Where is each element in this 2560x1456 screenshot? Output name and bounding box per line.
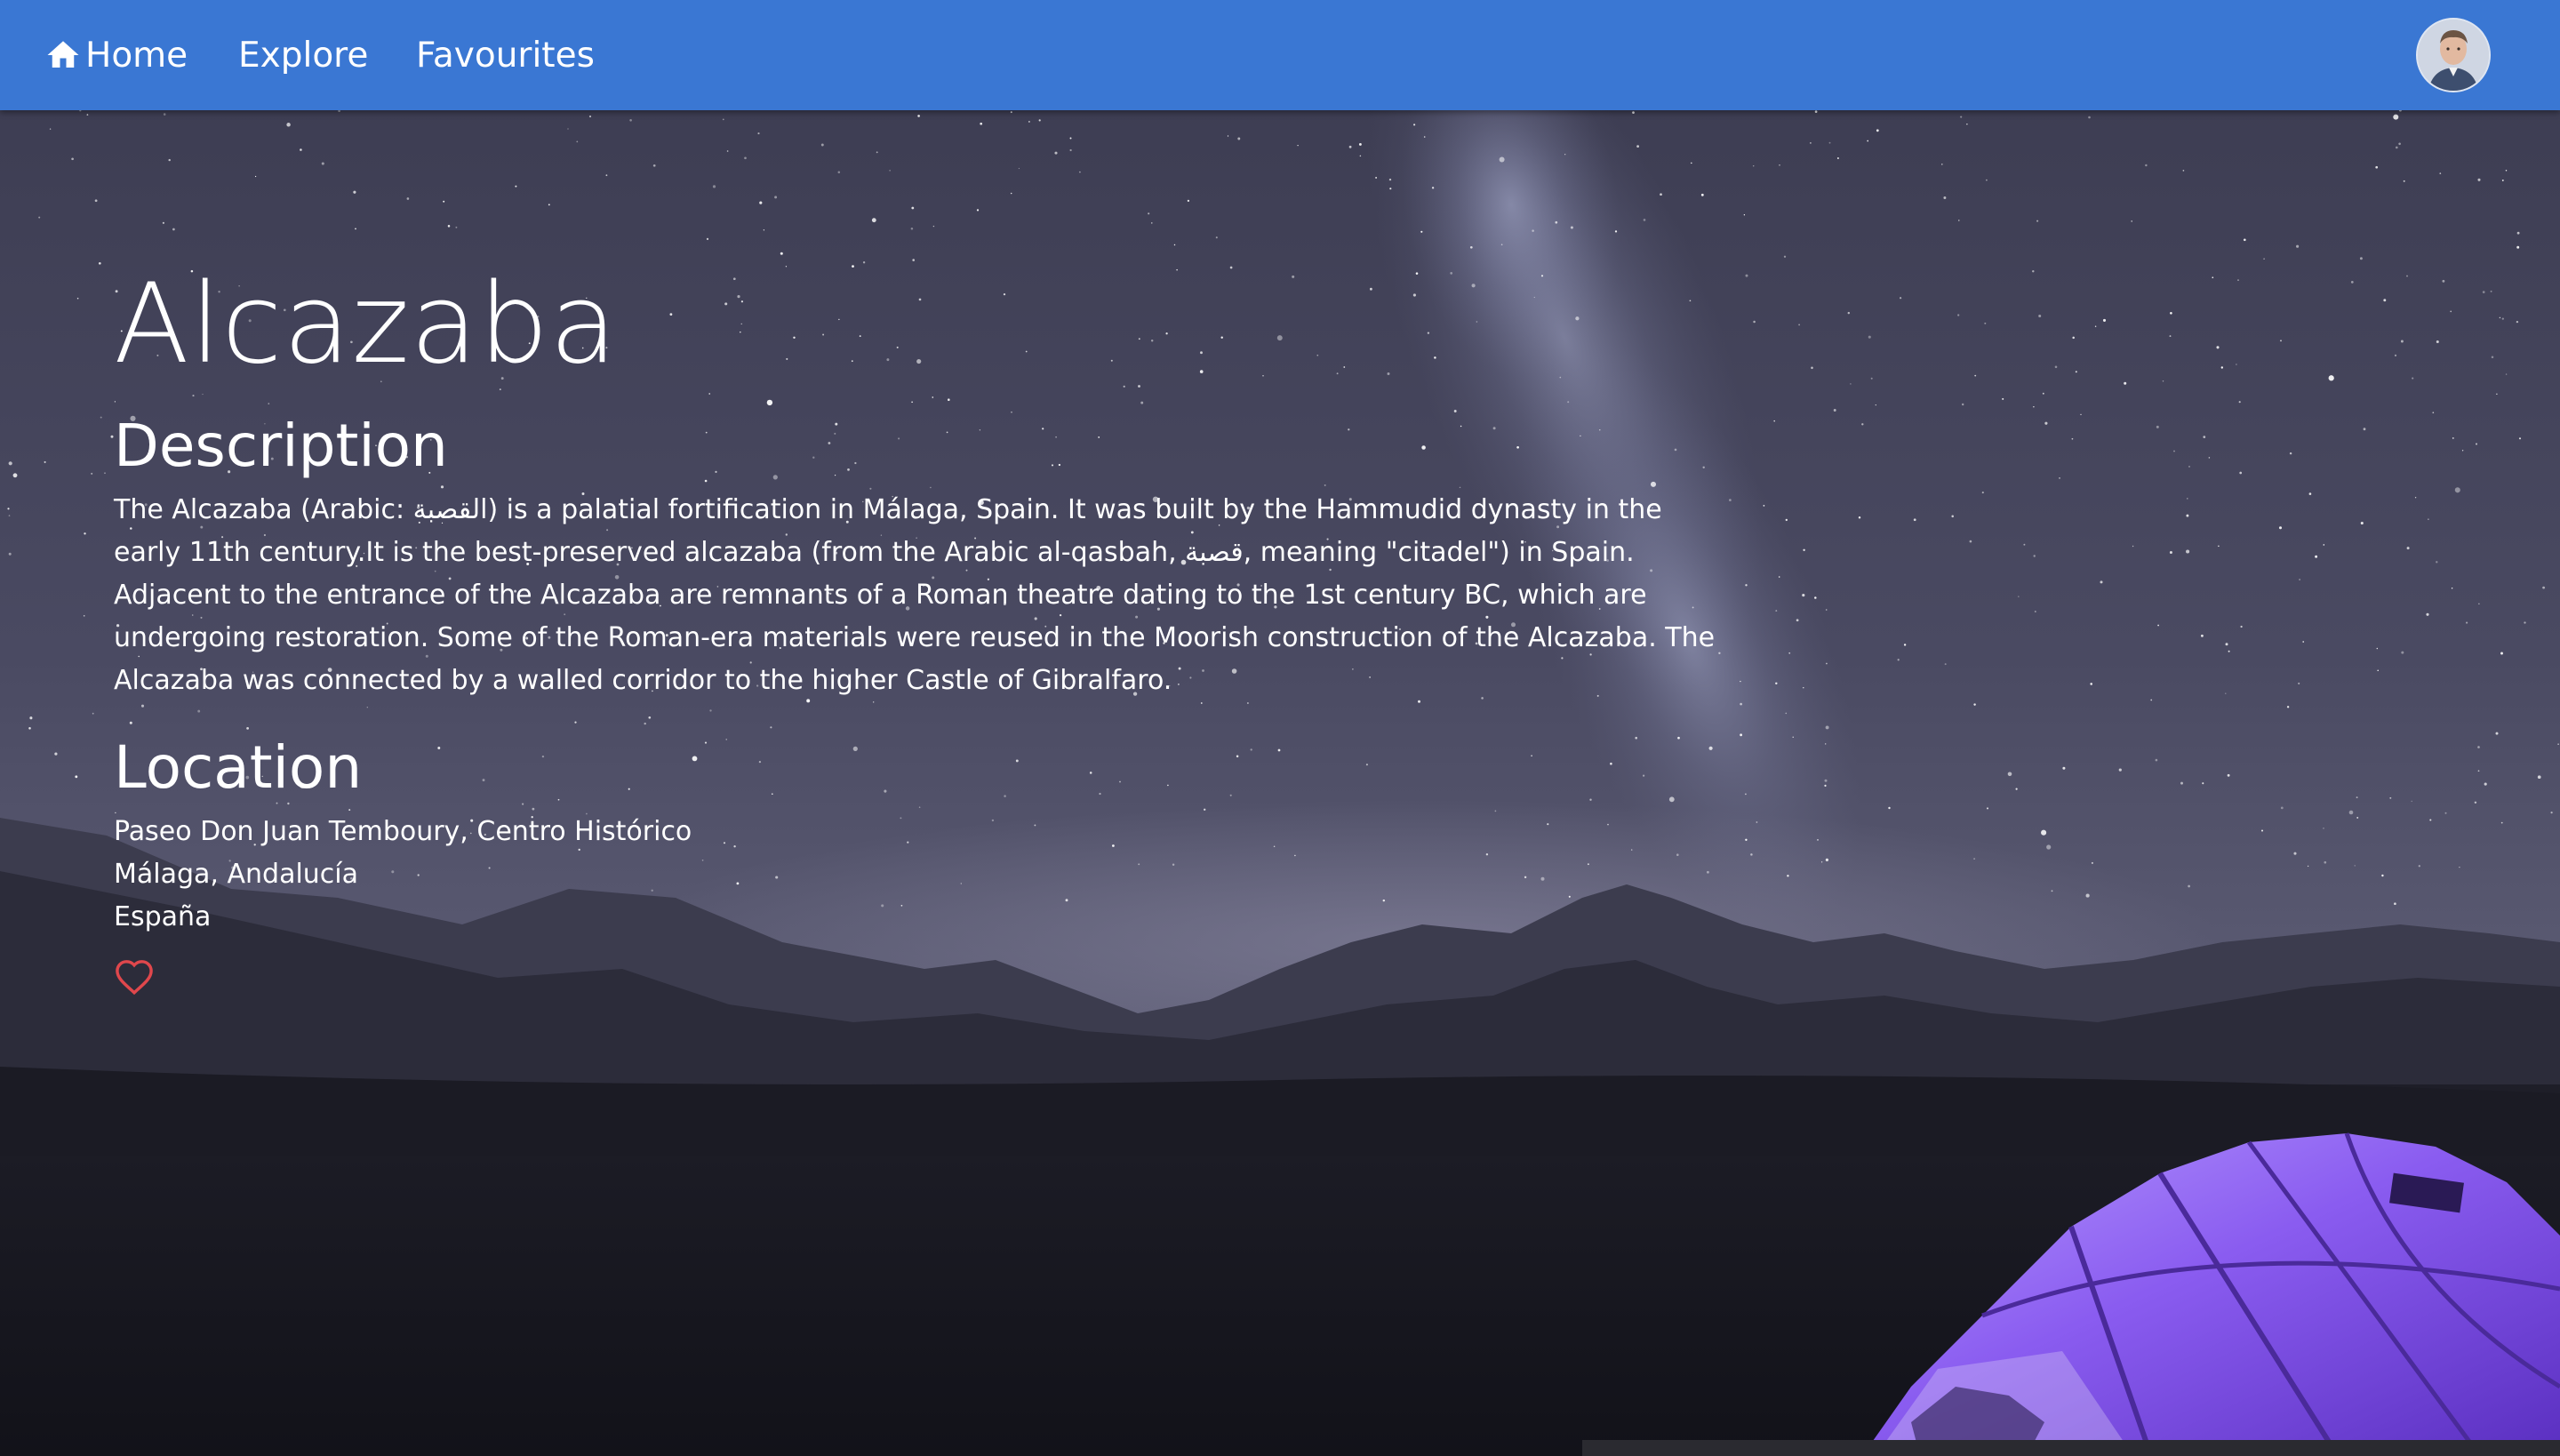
nav-home-label: Home [85, 35, 188, 76]
address-line-street: Paseo Don Juan Temboury, Centro Históric… [114, 816, 692, 847]
heart-outline-icon [116, 960, 153, 996]
home-icon [47, 41, 79, 68]
top-navbar: Home Explore Favourites [0, 0, 2560, 110]
address-line-country: España [114, 901, 212, 932]
location-address: Paseo Don Juan Temboury, Centro Históric… [114, 811, 1732, 939]
address-line-city: Málaga, Andalucía [114, 859, 359, 890]
place-detail: Alcazaba Description The Alcazaba (Arabi… [114, 258, 1732, 996]
page: Home Explore Favourites Alcazaba Descrip… [0, 0, 2560, 1456]
nav-favourites-link[interactable]: Favourites [416, 0, 595, 110]
nav-explore-label: Explore [238, 35, 369, 76]
nav-favourites-label: Favourites [416, 35, 595, 76]
location-heading: Location [114, 733, 363, 802]
description-text: The Alcazaba (Arabic: القصبة) is a palat… [114, 494, 1716, 696]
favourite-button[interactable] [114, 958, 155, 996]
nav-explore-link[interactable]: Explore [238, 0, 368, 110]
nav-home-link[interactable]: Home [44, 0, 188, 110]
place-title: Alcazaba [114, 260, 619, 388]
user-avatar[interactable] [2416, 18, 2491, 92]
description-heading: Description [114, 412, 448, 480]
avatar-photo [2418, 20, 2489, 91]
